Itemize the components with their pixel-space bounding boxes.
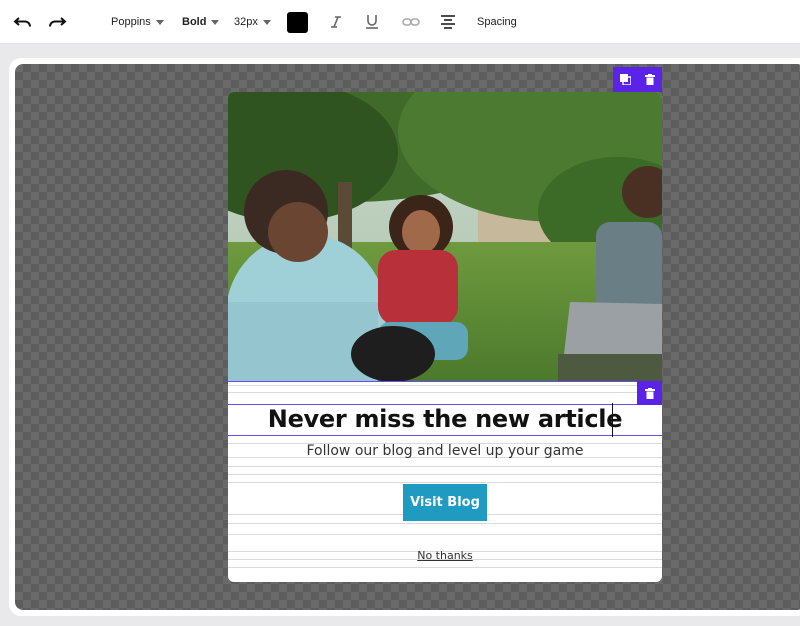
popup-headline[interactable]: Never miss the new article [228, 402, 662, 436]
guide-line [228, 392, 662, 393]
font-size-value: 32px [234, 16, 258, 28]
no-thanks-link[interactable]: No thanks [228, 548, 662, 564]
font-family-value: Poppins [111, 16, 151, 28]
underline-button[interactable] [365, 0, 379, 44]
guide-line [228, 523, 662, 524]
selection-line [228, 381, 637, 382]
text-color-button[interactable] [287, 0, 308, 44]
link-button[interactable] [402, 0, 420, 44]
delete-line-button[interactable] [637, 381, 662, 405]
undo-button[interactable] [13, 0, 33, 44]
undo-icon [13, 17, 31, 27]
redo-button[interactable] [47, 0, 67, 44]
underline-icon [366, 15, 378, 29]
spacing-label: Spacing [477, 16, 517, 28]
duplicate-icon [620, 74, 631, 85]
spacing-button[interactable]: Spacing [477, 0, 517, 44]
duplicate-button[interactable] [614, 67, 638, 92]
link-icon [402, 18, 420, 26]
trash-icon [644, 74, 655, 85]
font-size-select[interactable]: 32px [234, 0, 271, 44]
chevron-down-icon [155, 19, 164, 25]
guide-line [228, 385, 662, 386]
popup-subtitle[interactable]: Follow our blog and level up your game [228, 440, 662, 462]
guide-line [228, 466, 662, 467]
visit-blog-button[interactable]: Visit Blog [403, 484, 487, 521]
align-center-button[interactable] [440, 0, 456, 44]
guide-line [228, 482, 662, 483]
color-swatch [287, 11, 308, 33]
align-center-icon [441, 15, 455, 29]
chevron-down-icon [262, 19, 271, 25]
trash-icon [644, 387, 655, 399]
font-weight-select[interactable]: Bold [182, 0, 220, 44]
italic-icon [331, 16, 341, 28]
editor-toolbar: Poppins Bold 32px Spacing [0, 0, 800, 44]
guide-line [228, 474, 662, 475]
font-weight-value: Bold [182, 16, 207, 28]
guide-line [228, 567, 662, 568]
block-actions [613, 67, 662, 92]
font-family-select[interactable]: Poppins [111, 0, 164, 44]
guide-line [228, 534, 662, 535]
text-cursor [612, 403, 613, 437]
chevron-down-icon [211, 19, 220, 25]
delete-block-button[interactable] [638, 67, 662, 92]
hero-image[interactable] [228, 92, 662, 381]
italic-button[interactable] [329, 0, 343, 44]
redo-icon [49, 17, 67, 27]
